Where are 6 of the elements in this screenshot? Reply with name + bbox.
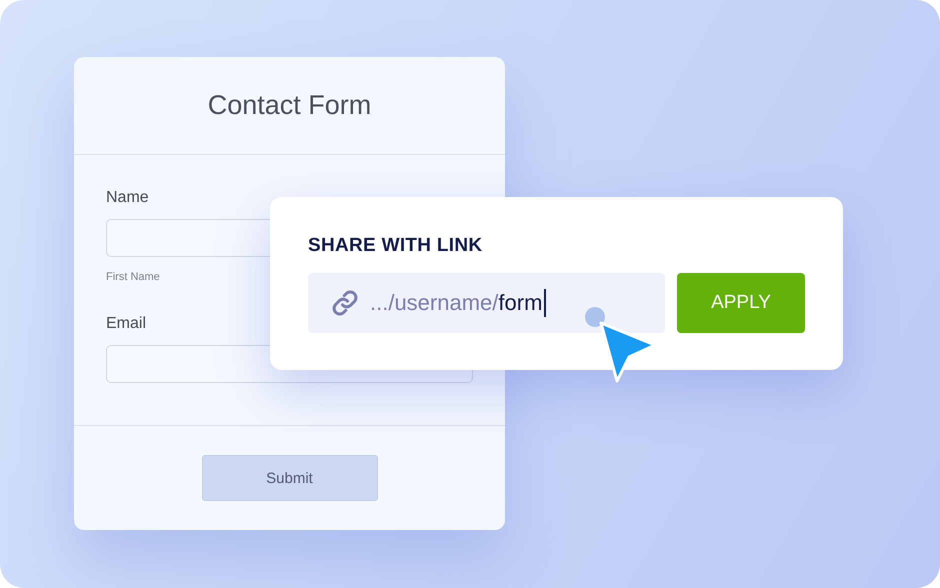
share-title: SHARE WITH LINK [308, 235, 484, 257]
link-text: .../username/form [370, 290, 542, 316]
field-label: Name [106, 189, 150, 207]
field-label: Email [106, 315, 148, 333]
form-title: Contact Form [208, 90, 372, 121]
field-hint: First Name [106, 271, 161, 283]
